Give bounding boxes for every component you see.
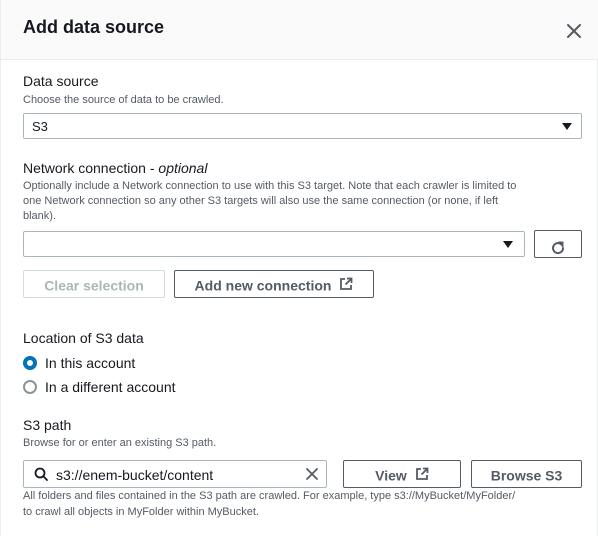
- add-new-connection-label: Add new connection: [194, 277, 332, 294]
- clear-input-icon[interactable]: [305, 467, 319, 481]
- network-connection-description-2: one Network connection so any other S3 t…: [23, 195, 499, 207]
- radio-this-account-label[interactable]: In this account: [45, 355, 135, 371]
- external-link-icon: [340, 277, 353, 290]
- data-source-value: S3: [32, 119, 48, 134]
- clear-selection-label: Clear selection: [44, 277, 144, 294]
- close-button[interactable]: [561, 18, 587, 44]
- network-connection-label-text: Network connection: [23, 160, 146, 176]
- optional-tag: optional: [158, 160, 208, 176]
- modal-header: Add data source: [1, 0, 598, 60]
- view-button[interactable]: View: [343, 460, 461, 488]
- modal-title: Add data source: [23, 17, 165, 37]
- network-connection-description-1: Optionally include a Network connection …: [23, 180, 517, 192]
- location-label: Location of S3 data: [23, 330, 144, 346]
- browse-s3-button[interactable]: Browse S3: [471, 460, 582, 488]
- data-source-label: Data source: [23, 73, 99, 89]
- caret-down-icon: [503, 241, 513, 248]
- network-connection-label: Network connection - optional: [23, 160, 208, 176]
- add-data-source-modal: Add data source Data source Choose the s…: [0, 0, 598, 536]
- caret-down-icon: [562, 123, 572, 130]
- clear-selection-button[interactable]: Clear selection: [23, 270, 165, 298]
- data-source-description: Choose the source of data to be crawled.: [23, 94, 224, 106]
- view-label: View: [375, 467, 407, 484]
- s3-path-label: S3 path: [23, 417, 72, 433]
- network-connection-description-3: blank).: [23, 210, 57, 222]
- s3-path-input[interactable]: s3://enem-bucket/content: [23, 460, 327, 488]
- refresh-button[interactable]: [534, 230, 582, 258]
- close-icon: [567, 24, 581, 38]
- s3-path-help-1: All folders and files contained in the S…: [23, 490, 516, 502]
- s3-path-description: Browse for or enter an existing S3 path.: [23, 437, 217, 449]
- external-link-icon: [415, 467, 429, 480]
- search-icon: [34, 467, 48, 481]
- s3-path-value: s3://enem-bucket/content: [56, 467, 214, 483]
- radio-different-account[interactable]: [23, 380, 37, 394]
- add-new-connection-button[interactable]: Add new connection: [174, 270, 374, 298]
- radio-this-account[interactable]: [23, 356, 37, 370]
- network-connection-select[interactable]: [23, 231, 525, 257]
- data-source-select[interactable]: S3: [23, 113, 582, 139]
- radio-different-account-label[interactable]: In a different account: [45, 379, 176, 395]
- browse-s3-label: Browse S3: [490, 467, 563, 484]
- refresh-icon: [552, 241, 565, 254]
- s3-path-help-2: to crawl all objects in MyFolder within …: [23, 506, 259, 518]
